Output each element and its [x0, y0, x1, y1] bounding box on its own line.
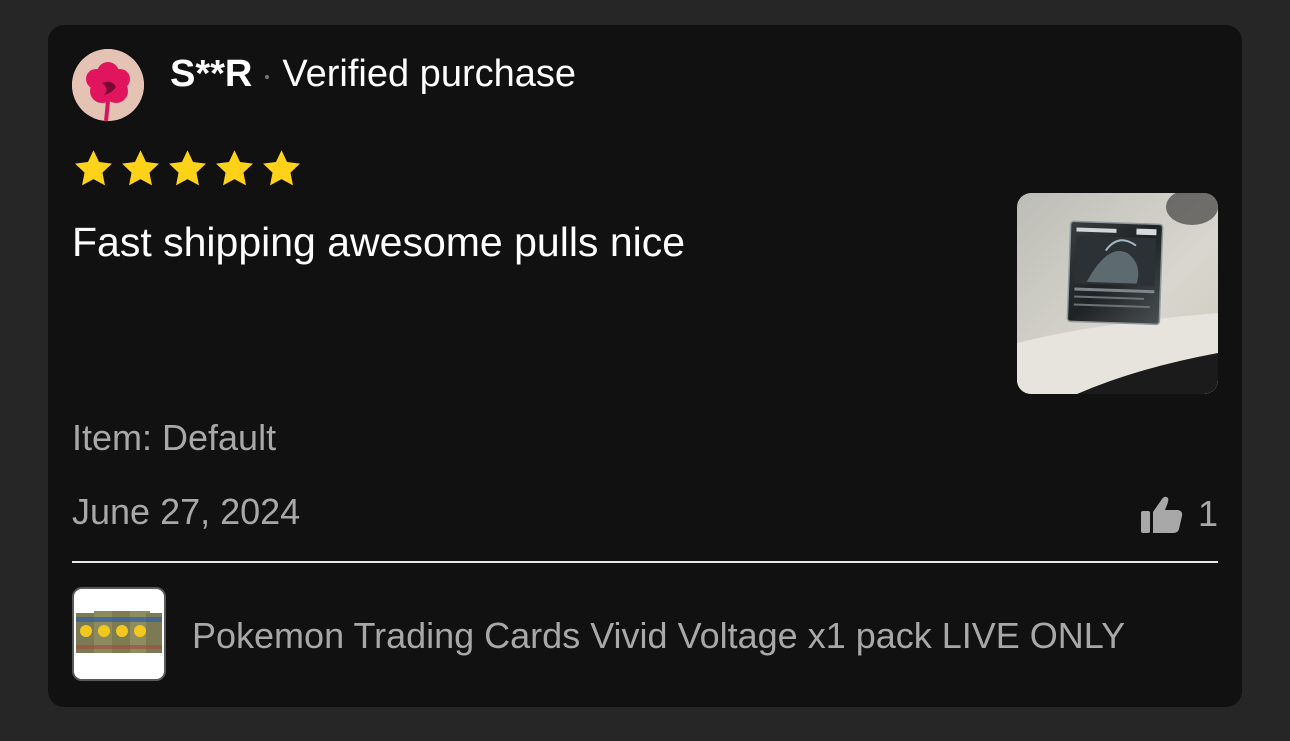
review-photo[interactable] [1017, 193, 1218, 394]
like-count: 1 [1197, 493, 1218, 534]
like-button[interactable]: 1 [1138, 491, 1218, 537]
star-icon [75, 150, 112, 186]
reviewer-username: S**R [170, 52, 253, 95]
booster-packs-image [74, 589, 164, 679]
flower-avatar-icon [72, 49, 144, 121]
divider [72, 561, 1218, 563]
reviewer-avatar [72, 49, 144, 121]
verified-purchase-label: Verified purchase [282, 52, 577, 95]
star-icon [216, 150, 253, 186]
separator-dot [265, 75, 270, 79]
review-date: June 27, 2024 [72, 491, 301, 532]
review-card: S**R Verified purchase Fast shipping awe… [48, 25, 1242, 707]
star-rating [72, 147, 303, 190]
star-icon [122, 150, 159, 186]
thumbs-up-icon [1140, 496, 1183, 533]
star-icon [169, 150, 206, 186]
item-variant-label: Item: Default [72, 417, 277, 458]
product-title-link[interactable]: Pokemon Trading Cards Vivid Voltage x1 p… [192, 615, 1125, 657]
review-header: S**R Verified purchase [170, 51, 576, 97]
star-icon [263, 150, 300, 186]
review-photo-image [1017, 193, 1218, 394]
product-thumbnail[interactable] [72, 587, 166, 681]
review-text: Fast shipping awesome pulls nice [72, 219, 686, 265]
